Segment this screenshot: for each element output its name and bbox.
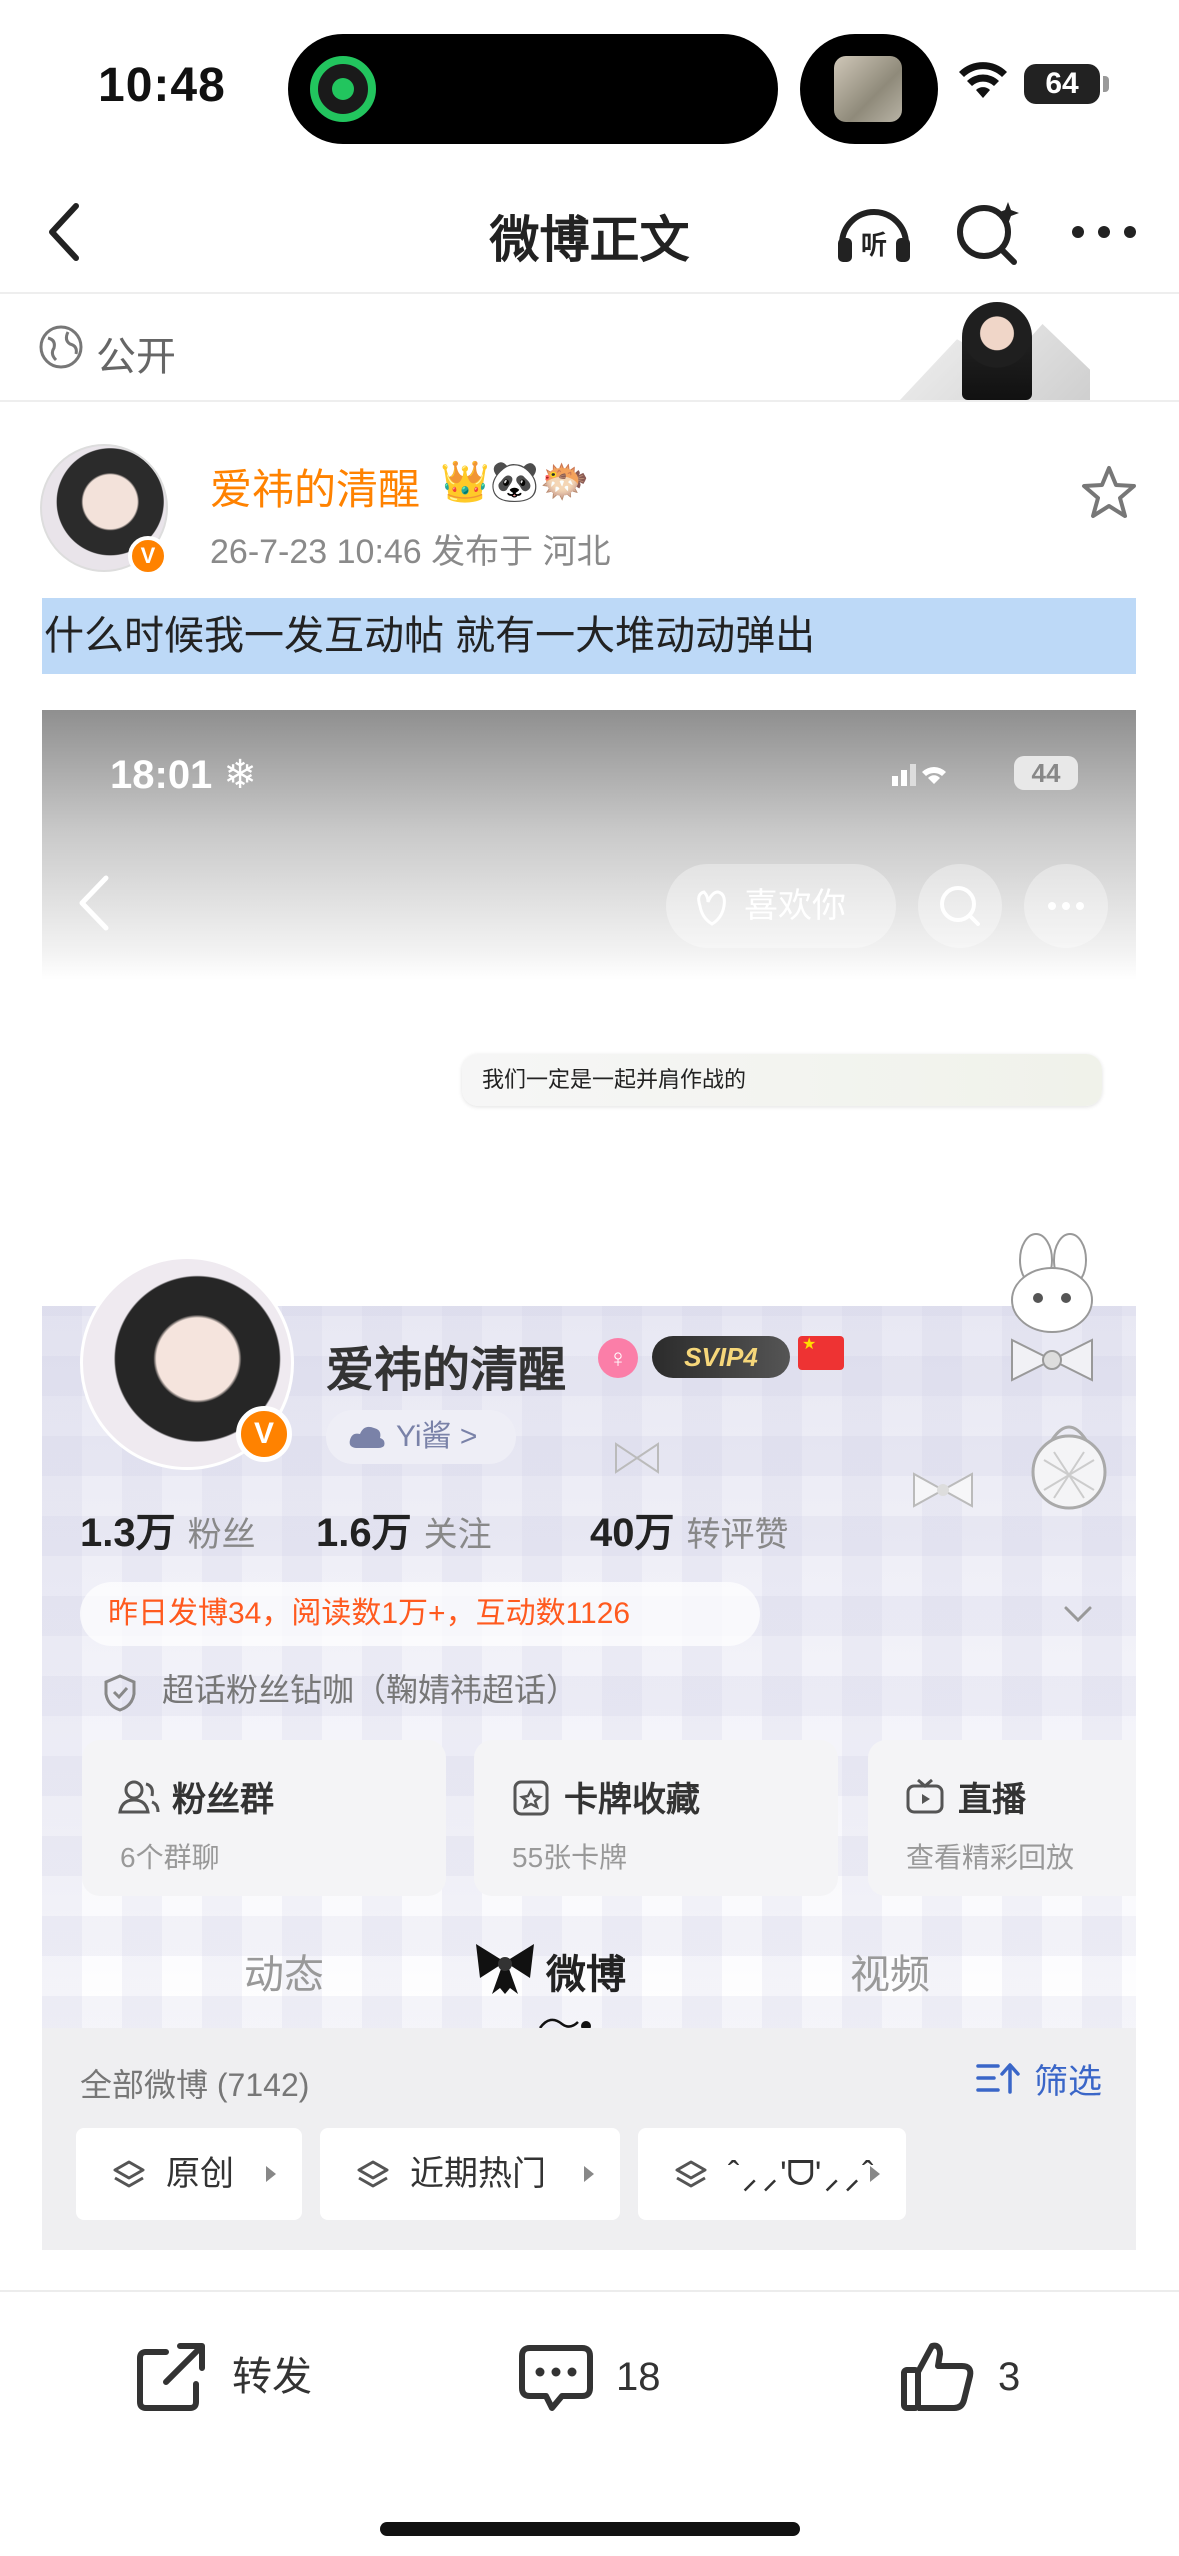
profile-verified-badge: V [236,1406,292,1462]
verified-badge: V [128,536,168,576]
visibility-label: 公开 [96,335,176,379]
profile-name: 爱祎的清醒 [326,1344,567,1397]
author-badges: 👑🐼🐡 [440,460,590,504]
fan-group-card: 粉丝群 6个群聊 [82,1740,446,1896]
female-icon: ♀ [598,1338,638,1378]
weibo-count: 全部微博 (7142) [80,2067,310,2103]
bow-decoration-icon [615,1442,659,1474]
tab-video: 视频 [850,1953,930,1997]
chip-recent-hot: 近期热门 [320,2128,620,2220]
visibility-row: 公开 [0,294,1179,402]
signal-wifi-icon [892,764,946,786]
tab-dynamic: 动态 [244,1953,324,1997]
repost-button[interactable]: 转发 [132,2332,312,2422]
image-more-icon [1024,864,1108,948]
post-author: V 爱祎的清醒 👑🐼🐡 26-7-23 10:46 发布于 河北 [0,404,1179,594]
like-button[interactable]: 3 [898,2332,1020,2422]
stat-fans: 1.3万 粉丝 [80,1511,256,1555]
dynamic-island[interactable] [288,34,778,144]
image-search-icon [918,864,1002,948]
album-art-icon [834,56,902,122]
sort-filter-icon [976,2063,1020,2094]
comment-button[interactable]: 18 [516,2332,661,2422]
shield-icon [104,1674,136,1712]
comment-icon [519,2345,593,2411]
card-star-icon [513,1780,549,1816]
thumbs-up-icon [901,2342,974,2411]
layers-icon [113,2160,145,2188]
stat-engagement: 40万 转评赞 [590,1511,789,1555]
listen-icon[interactable]: 听 [832,194,916,270]
post-meta: 26-7-23 10:46 发布于 河北 [210,533,611,571]
status-bar: 10:48 64 [0,0,1179,170]
svg-text:听: 听 [861,231,887,261]
favorite-star-icon[interactable] [1078,462,1140,524]
live-card: 直播 查看精彩回放 [868,1740,1136,1896]
home-indicator[interactable] [380,2522,800,2536]
like-you-label: 喜欢你 [744,887,846,925]
tab-weibo: 微博 [546,1953,626,1997]
activity-summary: 昨日发博34，阅读数1万+，互动数1126 [80,1582,760,1646]
layers-icon [357,2160,389,2188]
image-battery: 44 [1014,756,1078,790]
people-icon [118,1780,160,1814]
tv-icon [906,1778,944,1814]
super-topic-badge: 超话粉丝钻咖（鞠婧祎超话） [102,1660,578,1720]
bunny-decoration-icon [1011,1233,1093,1382]
layers-icon [675,2160,707,2188]
china-flag-icon [798,1334,844,1370]
decoration-figure [900,294,1090,400]
chip-custom: ˆ⸝⸝'ᗜ'⸝⸝ˆ [638,2128,906,2220]
battery-tip [1103,76,1109,92]
share-icon [137,2343,205,2411]
weibo-filter-bar: 全部微博 (7142) 筛选 原创 近期热门 ˆ⸝⸝'ᗜ'⸝⸝ˆ [42,2028,1136,2250]
filter-button: 筛选 [976,2054,1102,2103]
cloud-icon [349,1426,385,1448]
profile-tag: Yi酱 > [326,1410,516,1464]
profile-tabs: 动态 微博 视频 [42,1924,1136,2031]
bag-decoration-icon [1031,1425,1107,1510]
image-status-time: 18:01 ❄ [110,753,257,797]
post-image[interactable]: 18:01 ❄ 44 喜欢你 我们一定是一起并肩作战的 V 爱祎的清醒 ♀ SV… [42,710,1136,2250]
battery-indicator: 64 [1024,64,1100,104]
like-you-button: 喜欢你 [666,864,896,948]
chip-original: 原创 [76,2128,302,2220]
chevron-down-icon [1064,1606,1092,1623]
search-icon[interactable] [948,194,1028,270]
stat-following: 1.6万 关注 [316,1511,492,1555]
post-action-bar: 转发 18 3 [0,2290,1179,2556]
profile-stats: 1.3万 粉丝 1.6万 关注 40万 转评赞 [80,1500,1120,1560]
image-back-icon [79,875,109,931]
card-collection-card: 卡牌收藏 55张卡牌 [474,1740,838,1896]
post-text[interactable]: 什么时候我一发互动帖 就有一大堆动动弹出 [42,598,1136,674]
now-playing-island[interactable] [800,34,938,144]
nav-bar: 微博正文 听 [0,170,1179,294]
status-time: 10:48 [98,59,226,112]
live-activity-icon [310,56,376,122]
wifi-icon [959,62,1007,98]
svip-badge: SVIP4 [652,1336,790,1378]
hand-heart-icon [697,890,726,926]
more-icon[interactable] [1062,194,1146,270]
quote-banner: 我们一定是一起并肩作战的 [462,1054,1102,1106]
globe-icon [39,325,83,369]
author-name[interactable]: 爱祎的清醒 [210,456,420,517]
black-bow-icon [476,1944,534,1994]
